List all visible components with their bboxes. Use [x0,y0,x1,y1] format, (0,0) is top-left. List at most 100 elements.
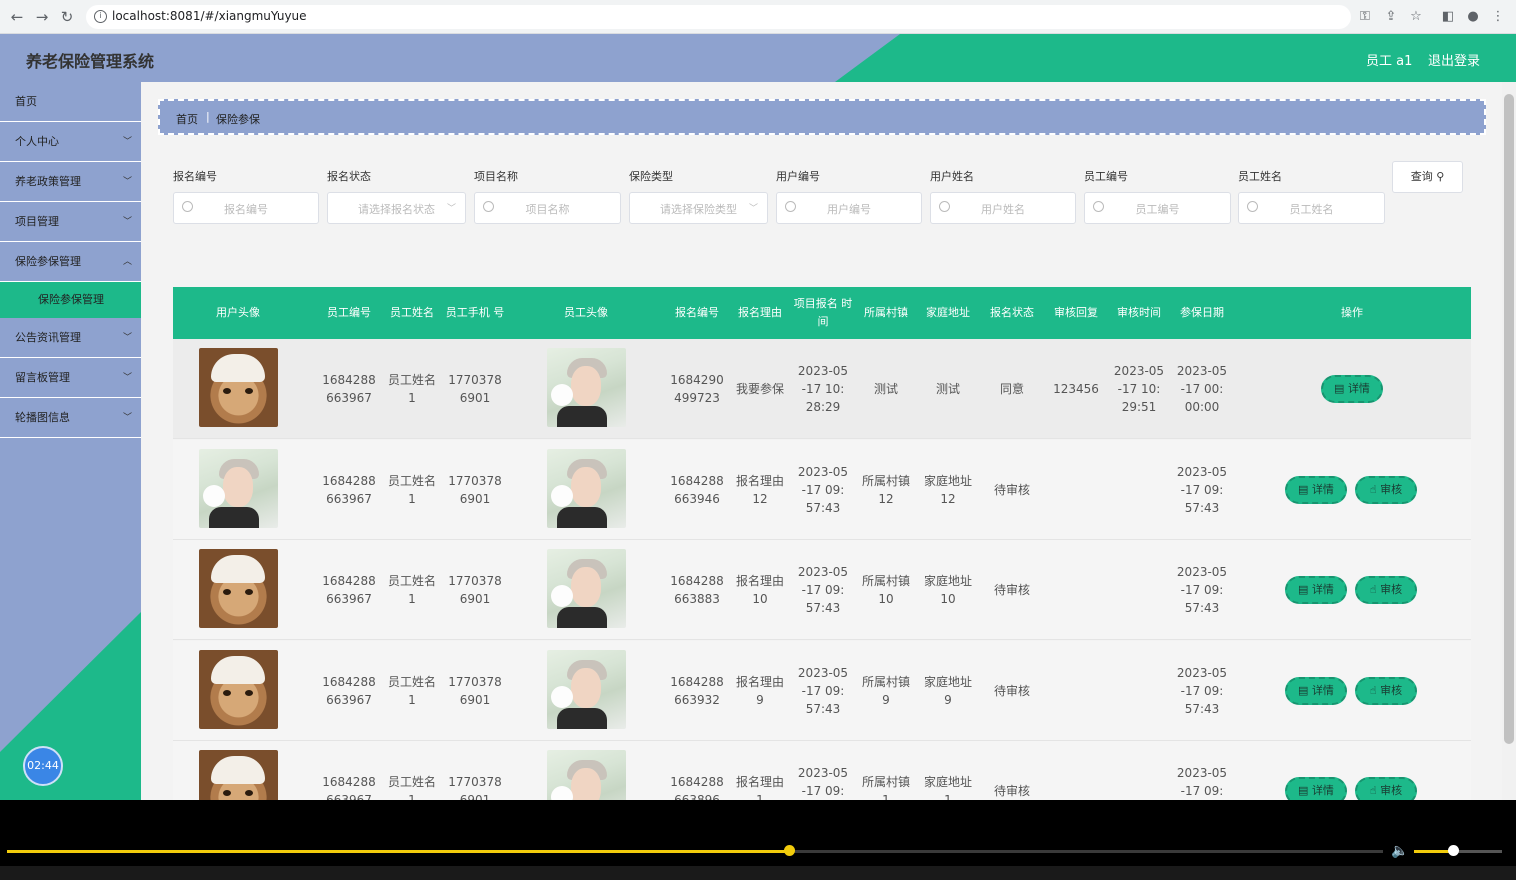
query-button[interactable]: 查询 ⚲ [1392,161,1463,193]
sidebar-item-home[interactable]: 首页 [0,82,141,122]
table-row[interactable]: 1684288 663967 员工姓名 1 1770378 6901 1684288 … [173,741,1471,800]
input-placeholder: 员工编号 [1135,203,1180,216]
audit-button[interactable]: ☝ 审核 [1355,777,1417,800]
current-user[interactable]: 员工 a1 [1366,50,1412,69]
detail-button[interactable]: ▤ 详情 [1285,475,1347,504]
emp-name-input[interactable]: 员工姓名 [1238,192,1385,224]
volume-icon[interactable]: 🔈 [1391,843,1408,859]
sidebar-item-policy[interactable]: 养老政策管理 ﹀ [0,162,141,202]
person-avatar-image[interactable] [546,549,626,628]
search-label-emp-no: 员工编号 [1084,170,1128,183]
audit-button-label: 审核 [1380,683,1403,697]
sidebar-subitem-insurance[interactable]: 保险参保管理 [0,282,141,318]
user-name-input[interactable]: 用户姓名 [930,192,1076,224]
insurance-type-select[interactable]: 请选择保险类型 ﹀ [629,192,768,224]
table-cell-emp-no: 1684288 663967 [322,373,376,405]
address-bar[interactable]: i localhost:8081/#/xiangmuYuyue [86,5,1351,29]
sidebar-item-label: 公告资讯管理 [15,331,81,344]
search-label-status: 报名状态 [327,170,371,183]
back-icon[interactable]: ← [8,8,26,26]
avatar-detail [570,667,601,708]
audit-button[interactable]: ☝ 审核 [1355,475,1417,504]
detail-button[interactable]: ▤ 详情 [1285,676,1347,705]
avatar-detail [570,567,601,607]
table-cell-emp-name: 员工姓名 1 [387,373,436,405]
audit-button[interactable]: ☝ 审核 [1355,576,1417,604]
user-no-input[interactable]: 用户编号 [776,192,922,224]
sidebar-item-label: 留言板管理 [15,371,70,384]
sidepanel-icon[interactable]: ◧ [1440,9,1456,25]
key-icon[interactable]: ⚿ [1357,9,1373,25]
video-progress-knob[interactable] [783,845,795,856]
detail-button[interactable]: ▤ 详情 [1285,576,1347,604]
page-scrollbar[interactable] [1502,82,1516,800]
forward-icon[interactable]: → [33,8,51,26]
avatar-detail [222,388,231,394]
table-cell-insure-date: 2023-05 -17 09: 57:43 [1176,766,1228,798]
table-header-cell: 家庭地址 [926,306,970,319]
table-header-cell: 审核时间 [1117,306,1161,319]
table-cell-address: 家庭地址 10 [923,574,972,606]
logout-link[interactable]: 退出登录 [1428,50,1480,69]
breadcrumb-separator: | [206,110,210,123]
table-cell-review-time: 2023-05 -17 10: 29:51 [1113,364,1165,414]
cat-avatar-image[interactable] [198,750,278,800]
sidebar-item-insurance[interactable]: 保险参保管理 ︿ [0,242,141,282]
person-avatar-image[interactable] [546,649,626,729]
audit-button-label: 审核 [1380,583,1403,596]
star-icon[interactable]: ☆ [1408,9,1424,25]
select-placeholder: 请选择保险类型 [660,203,737,216]
table-cell-emp-no: 1684288 663967 [322,674,376,707]
table-row[interactable]: 1684288 663967 员工姓名 1 1770378 6901 1684288 … [173,640,1471,741]
sidebar-item-carousel[interactable]: 轮播图信息 ﹀ [0,398,141,438]
status-select[interactable]: 请选择报名状态 ﹀ [327,192,466,224]
avatar-detail [550,786,573,800]
avatar-detail [550,585,573,607]
person-avatar-image[interactable] [546,348,626,427]
detail-button[interactable]: ▤ 详情 [1321,375,1383,403]
emp-no-input[interactable]: 员工编号 [1084,192,1231,224]
table-header-cell: 员工编号 [327,306,371,319]
table-cell-review-time [1109,540,1169,640]
table-row[interactable]: 1684288 663967 员工姓名 1 1770378 6901 1684290 … [173,339,1471,439]
document-icon: ▤ [1298,482,1312,496]
person-avatar-image[interactable] [546,750,626,800]
cat-avatar-image[interactable] [198,549,278,628]
volume-knob[interactable] [1447,845,1459,856]
share-icon[interactable]: ⇪ [1383,9,1399,25]
avatar-detail [210,756,265,784]
sidebar-item-notice[interactable]: 公告资讯管理 ﹀ [0,318,141,358]
table-row[interactable]: 1684288 663967 员工姓名 1 1770378 6901 1684288 … [173,439,1471,540]
table-cell-address: 测试 [935,382,960,396]
sidebar-item-project[interactable]: 项目管理 ﹀ [0,202,141,242]
cat-avatar-image[interactable] [198,348,278,427]
person-avatar-image[interactable] [198,448,278,528]
project-name-input[interactable]: 项目名称 [474,192,621,224]
sidebar: 首页 个人中心 ﹀ 养老政策管理 ﹀ 项目管理 ﹀ 保险参保管理 ︿ 保险参保管理 公告… [0,82,141,800]
volume-track[interactable] [1414,845,1502,856]
sidebar-item-profile[interactable]: 个人中心 ﹀ [0,122,141,162]
breadcrumb-home[interactable]: 首页 [176,111,198,127]
sidebar-item-message[interactable]: 留言板管理 ﹀ [0,358,141,398]
table-cell-emp-no: 1684288 663967 [322,775,376,800]
table-cell-village: 所属村镇 9 [861,674,910,707]
table-cell-insure-date: 2023-05 -17 00: 00:00 [1176,364,1228,414]
cat-avatar-image[interactable] [198,649,278,729]
person-avatar-image[interactable] [546,448,626,528]
menu-icon[interactable]: ⋮ [1490,9,1506,25]
table-cell-reply [1045,440,1107,540]
chevron-down-icon: ﹀ [122,217,132,227]
search-label-project: 项目名称 [474,170,518,183]
video-progress-track[interactable] [7,845,1383,856]
table-row[interactable]: 1684288 663967 员工姓名 1 1770378 6901 1684288 … [173,540,1471,640]
reload-icon[interactable]: ↻ [58,8,76,26]
avatar-detail [556,406,607,427]
reg-no-input[interactable]: 报名编号 [173,192,319,224]
site-info-icon[interactable]: i [94,10,107,23]
profile-icon[interactable]: ● [1465,9,1481,25]
audit-button[interactable]: ☝ 审核 [1355,676,1417,705]
recording-timer[interactable]: 02:44 [23,746,63,786]
detail-button-label: 详情 [1311,482,1334,496]
scrollbar-thumb[interactable] [1504,94,1514,744]
detail-button[interactable]: ▤ 详情 [1285,777,1347,800]
